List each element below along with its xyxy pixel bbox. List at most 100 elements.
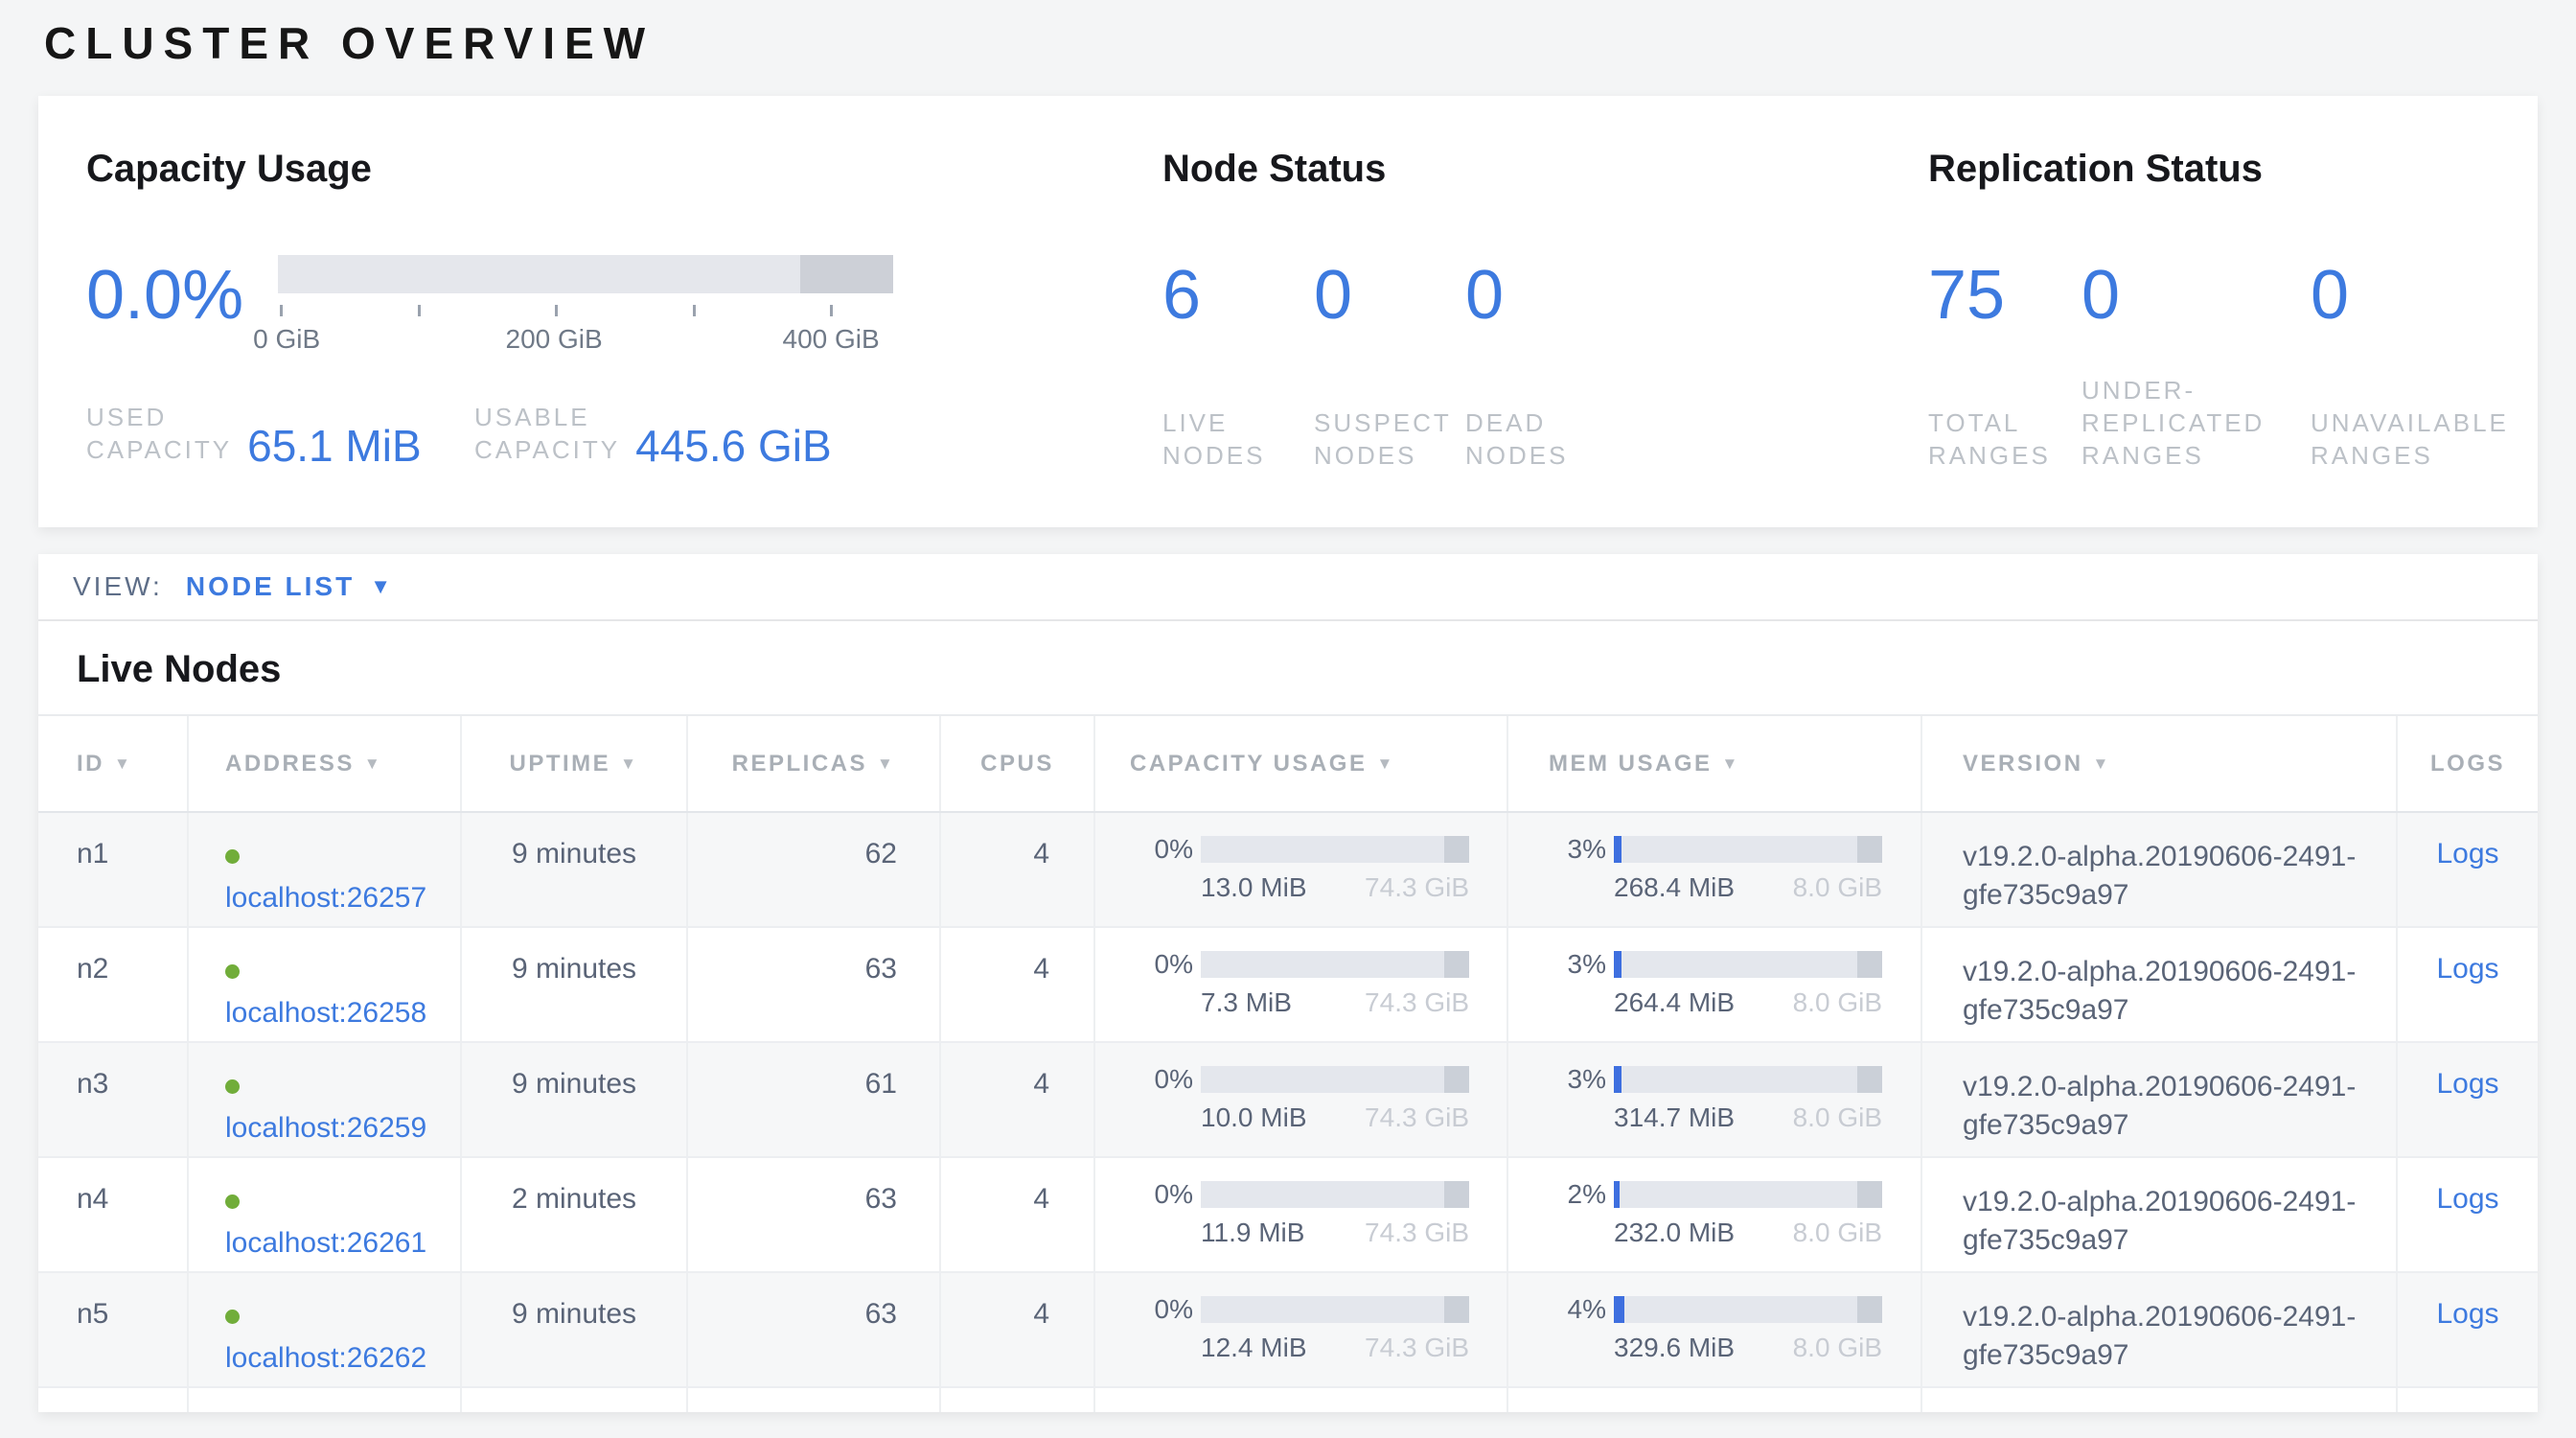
cpus-cell: 4 [941,813,1095,926]
column-header-uptime[interactable]: UPTIME▼ [462,716,688,811]
cpus-cell: 4 [941,1158,1095,1271]
under-replicated-ranges-value: 0 [2082,259,2311,332]
column-header-cpus: CPUS [941,716,1095,811]
mem-usage-meter-percent: 3% [1528,949,1606,980]
address-cell: localhost:26258 [189,928,462,1041]
uptime-cell: 9 minutes [462,1043,688,1156]
live-status-dot-icon [225,964,240,979]
uptime-cell: 2 minutes [462,1158,688,1271]
address-link[interactable]: localhost:26262 [225,1342,426,1374]
empty-cell [462,1388,688,1412]
capacity-usage-meter-percent: 0% [1115,949,1193,980]
address-wrap: localhost:26259 [225,1068,428,1148]
node-id-cell: n5 [38,1273,189,1386]
logs-cell: Logs [2398,1273,2538,1386]
column-header-logs: LOGS [2398,716,2538,811]
page-title: CLUSTER OVERVIEW [44,17,655,69]
dead-nodes-stat: 0 DEAD NODES [1465,259,1568,472]
column-header-address[interactable]: ADDRESS▼ [189,716,462,811]
empty-cell [1095,1388,1508,1412]
mem-usage-meter-labels: 264.4 MiB8.0 GiB [1614,987,1882,1018]
view-dropdown-value[interactable]: NODE LIST [186,571,355,602]
logs-cell: Logs [2398,1043,2538,1156]
address-cell: localhost:26261 [189,1158,462,1271]
mem-usage-meter: 3%268.4 MiB8.0 GiB [1508,813,1922,926]
table-row: n2localhost:262589 minutes6340%7.3 MiB74… [38,928,2538,1043]
capacity-gauge-reserved-segment [800,255,893,293]
address-link[interactable]: localhost:26258 [225,997,426,1029]
node-status-title: Node Status [1162,146,1833,192]
logs-link[interactable]: Logs [2436,1183,2498,1215]
node-id-cell: n2 [38,928,189,1041]
capacity-usage-meter-used-value: 10.0 MiB [1201,1102,1307,1133]
mem-usage-meter-fill [1614,1296,1624,1323]
mem-usage-meter-percent: 4% [1528,1294,1606,1325]
mem-usage-meter-track [1614,836,1882,863]
suspect-nodes-value: 0 [1314,259,1465,332]
capacity-usage-meter-reserved-segment [1444,1296,1469,1323]
capacity-usage-meter-used-value: 12.4 MiB [1201,1333,1307,1363]
mem-usage-meter-reserved-segment [1857,1296,1882,1323]
column-header-label: CPUS [980,751,1054,777]
column-header-label: CAPACITY USAGE [1130,751,1367,777]
mem-usage-meter-fill [1614,1066,1622,1093]
logs-link[interactable]: Logs [2436,1068,2498,1100]
live-nodes-stat: 6 LIVE NODES [1162,259,1314,472]
mem-usage-meter-fill [1614,951,1622,978]
capacity-percent-value: 0.0% [86,259,243,332]
column-header-id[interactable]: ID▼ [38,716,189,811]
capacity-usage-meter-total-value: 74.3 GiB [1365,1218,1469,1248]
sort-arrow-icon: ▼ [620,754,638,774]
logs-link[interactable]: Logs [2436,1298,2498,1330]
empty-cell [189,1388,462,1412]
address-link[interactable]: localhost:26261 [225,1227,426,1259]
sort-arrow-icon: ▼ [2093,754,2111,774]
capacity-usage-meter-total-value: 74.3 GiB [1365,1102,1469,1133]
capacity-usage-meter-bar-row: 0% [1115,1064,1506,1095]
column-header-replicas[interactable]: REPLICAS▼ [688,716,941,811]
mem-usage-meter-bar-row: 3% [1528,949,1920,980]
address-link[interactable]: localhost:26257 [225,882,426,914]
version-text: v19.2.0-alpha.20190606-2491-gfe735c9a97 [1963,1298,2384,1375]
address-link[interactable]: localhost:26259 [225,1112,426,1144]
column-header-version[interactable]: VERSION▼ [1922,716,2398,811]
live-status-dot-icon [225,1079,240,1094]
view-dropdown[interactable]: NODE LIST ▼ [186,571,391,602]
under-replicated-ranges-stat: 0 UNDER- REPLICATED RANGES [2082,259,2311,472]
mem-usage-meter-total-value: 8.0 GiB [1793,1333,1882,1363]
capacity-usage-meter-used-value: 7.3 MiB [1201,987,1292,1018]
usable-capacity-label: USABLE CAPACITY [474,401,620,466]
column-header-label: MEM USAGE [1549,751,1713,777]
used-capacity-stat: USED CAPACITY 65.1 MiB [86,401,426,466]
mem-usage-meter-used-value: 268.4 MiB [1614,872,1735,903]
column-header-memory[interactable]: MEM USAGE▼ [1508,716,1922,811]
capacity-gauge-ticks [278,305,893,316]
mem-usage-meter-labels: 329.6 MiB 8.0 GiB [1614,1333,1882,1363]
under-replicated-ranges-label: UNDER- REPLICATED RANGES [2082,374,2311,472]
address-cell: localhost:26262 [189,1273,462,1386]
node-id-cell: n1 [38,813,189,926]
empty-cell [941,1388,1095,1412]
capacity-usage-meter-bar-row: 0% [1115,834,1506,865]
logs-link[interactable]: Logs [2436,838,2498,870]
dead-nodes-value: 0 [1465,259,1568,332]
replicas-cell: 62 [688,813,941,926]
version-cell: v19.2.0-alpha.20190606-2491-gfe735c9a97 [1922,813,2398,926]
unavailable-ranges-value: 0 [2311,259,2509,332]
chevron-down-icon: ▼ [370,574,391,599]
total-ranges-value: 75 [1928,259,2082,332]
mem-usage-meter-fill [1614,1181,1620,1208]
mem-usage-meter-used-value: 329.6 MiB [1614,1333,1735,1363]
column-header-capacity[interactable]: CAPACITY USAGE▼ [1095,716,1508,811]
address-wrap: localhost:26257 [225,838,428,918]
capacity-gauge: 0 GiB 200 GiB 400 GiB [278,255,893,353]
live-nodes-card: VIEW: NODE LIST ▼ Live Nodes ID▼ADDRESS▼… [38,554,2538,1412]
logs-link[interactable]: Logs [2436,953,2498,985]
table-row-partial [38,1388,2538,1412]
sort-arrow-icon: ▼ [114,754,132,774]
table-header-row: ID▼ADDRESS▼UPTIME▼REPLICAS▼ CPUS CAPACITY … [38,714,2538,813]
unavailable-ranges-stat: 0 UNAVAILABLE RANGES [2311,259,2509,472]
mem-usage-meter-reserved-segment [1857,836,1882,863]
table-row: n5localhost:262629 minutes6340%12.4 MiB7… [38,1273,2538,1388]
empty-cell [2398,1388,2538,1412]
